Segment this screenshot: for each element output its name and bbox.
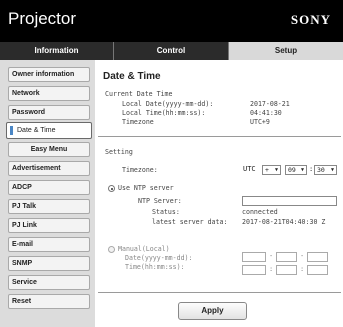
tab-control[interactable]: Control: [114, 42, 229, 60]
local-date-label: Local Date(yyyy-mm-dd):: [122, 100, 214, 108]
sidebar-item-date-time[interactable]: Date & Time: [6, 122, 92, 139]
sidebar-item-owner-information[interactable]: Owner information: [8, 67, 90, 82]
page-title: Date & Time: [103, 71, 161, 82]
chevron-down-icon: ▼: [330, 167, 334, 173]
local-time-value: 04:41:30: [250, 109, 282, 117]
ntp-radio[interactable]: [108, 185, 115, 192]
chevron-down-icon: ▼: [300, 167, 304, 173]
timezone-minutes-value: 30: [317, 166, 325, 174]
sidebar-item-advertisement[interactable]: Advertisement: [8, 161, 90, 176]
sidebar-item-snmp[interactable]: SNMP: [8, 256, 90, 271]
manual-second-input[interactable]: [307, 265, 328, 275]
sidebar-item-email[interactable]: E-mail: [8, 237, 90, 252]
manual-year-input[interactable]: [242, 252, 266, 262]
main-tabs: Information Control Setup: [0, 42, 343, 60]
timezone-setting-label: Timezone:: [122, 166, 158, 174]
current-heading: Current Date Time: [105, 90, 173, 98]
apply-button[interactable]: Apply: [178, 302, 247, 320]
selection-marker-icon: [10, 126, 13, 135]
manual-month-input[interactable]: [276, 252, 297, 262]
timezone-sign-value: +: [265, 166, 269, 174]
sidebar-item-easy-menu[interactable]: Easy Menu: [8, 142, 90, 157]
manual-time-label: Time(hh:mm:ss):: [125, 263, 185, 271]
manual-date-label: Date(yyyy-mm-dd):: [125, 254, 193, 262]
timezone-minutes-select[interactable]: 30 ▼: [314, 165, 337, 175]
sidebar-item-network[interactable]: Network: [8, 86, 90, 101]
date-separator: -: [300, 252, 305, 260]
timezone-separator: :: [309, 165, 314, 173]
latest-server-data-value: 2017-08-21T04:40:30 Z: [242, 218, 326, 226]
local-time-label: Local Time(hh:mm:ss):: [122, 109, 206, 117]
main-panel: Date & Time Current Date Time Local Date…: [95, 60, 343, 327]
utc-prefix: UTC: [243, 165, 256, 173]
time-separator: :: [269, 265, 274, 273]
sidebar-item-label: Date & Time: [17, 127, 56, 134]
sidebar-item-password[interactable]: Password: [8, 105, 90, 120]
manual-label: Manual(Local): [118, 245, 170, 253]
ntp-label: Use NTP server: [118, 184, 174, 192]
sidebar-item-pj-talk[interactable]: PJ Talk: [8, 199, 90, 214]
section-divider: [98, 136, 341, 137]
latest-server-data-label: latest server data:: [152, 218, 228, 226]
timezone-hours-select[interactable]: 09 ▼: [285, 165, 307, 175]
app-header: Projector SONY: [0, 0, 343, 42]
manual-hour-input[interactable]: [242, 265, 266, 275]
date-separator: -: [269, 252, 274, 260]
sidebar-item-reset[interactable]: Reset: [8, 294, 90, 309]
time-separator: :: [300, 265, 305, 273]
brand-logo: SONY: [290, 12, 331, 27]
chevron-down-icon: ▼: [274, 167, 278, 173]
manual-radio[interactable]: [108, 246, 115, 253]
setting-heading: Setting: [105, 148, 133, 156]
ntp-status-label: Status:: [152, 208, 180, 216]
manual-day-input[interactable]: [307, 252, 328, 262]
app-title: Projector: [8, 9, 77, 28]
timezone-sign-select[interactable]: + ▼: [262, 165, 281, 175]
footer-divider: [98, 292, 341, 293]
local-date-value: 2017-08-21: [250, 100, 290, 108]
ntp-server-input[interactable]: [242, 196, 337, 206]
tab-setup[interactable]: Setup: [229, 42, 343, 60]
sidebar: Owner information Network Password Date …: [0, 60, 95, 327]
sidebar-item-adcp[interactable]: ADCP: [8, 180, 90, 195]
ntp-status-value: connected: [242, 208, 278, 216]
sidebar-item-pj-link[interactable]: PJ Link: [8, 218, 90, 233]
ntp-server-label: NTP Server:: [138, 197, 182, 205]
timezone-label: Timezone: [122, 118, 154, 126]
tab-information[interactable]: Information: [0, 42, 114, 60]
timezone-hours-value: 09: [288, 166, 296, 174]
manual-minute-input[interactable]: [276, 265, 297, 275]
sidebar-item-service[interactable]: Service: [8, 275, 90, 290]
timezone-value: UTC+9: [250, 118, 270, 126]
